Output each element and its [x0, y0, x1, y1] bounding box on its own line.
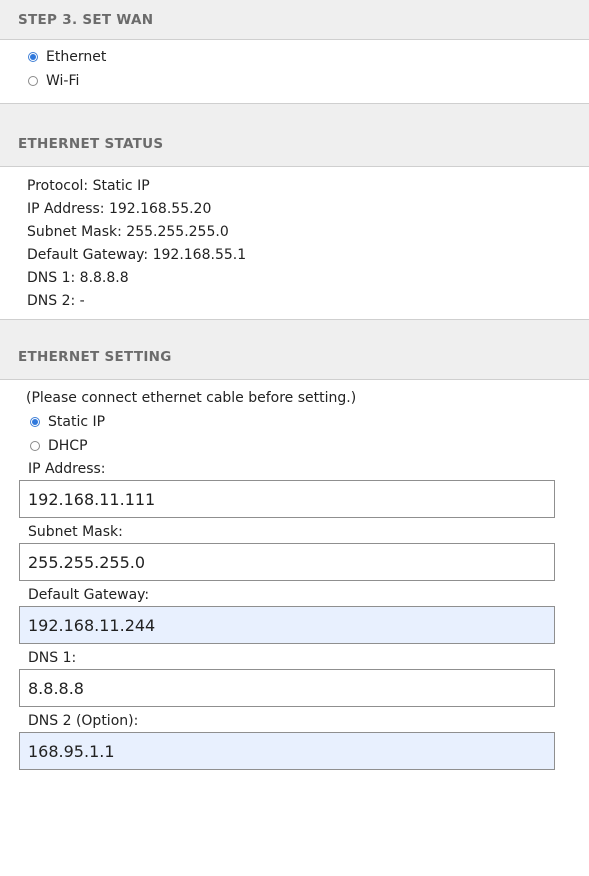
default-gateway-label: Default Gateway:	[28, 587, 150, 603]
ip-address-input[interactable]	[19, 480, 555, 518]
dns2-label: DNS 2 (Option):	[28, 713, 139, 729]
ip-mode-dhcp-label: DHCP	[48, 438, 88, 454]
subnet-mask-label: Subnet Mask:	[28, 524, 123, 540]
wan-option-wifi[interactable]: Wi-Fi	[28, 69, 589, 93]
ethernet-status-details: Protocol: Static IP IP Address: 192.168.…	[0, 167, 589, 313]
wan-option-ethernet[interactable]: Ethernet	[28, 45, 589, 69]
subnet-mask-input[interactable]	[19, 543, 555, 581]
status-default-gateway: Default Gateway: 192.168.55.1	[27, 247, 247, 263]
static-ip-radio-icon[interactable]	[30, 417, 40, 427]
wan-type-radio-group: Ethernet Wi-Fi	[0, 40, 589, 93]
ip-mode-static-label: Static IP	[48, 414, 106, 430]
ip-mode-radio-group: Static IP DHCP	[26, 410, 589, 458]
wan-option-ethernet-label: Ethernet	[46, 49, 107, 65]
ip-mode-static[interactable]: Static IP	[30, 410, 589, 434]
dns1-input[interactable]	[19, 669, 555, 707]
ethernet-setting-title: ETHERNET SETTING	[18, 349, 172, 365]
status-protocol: Protocol: Static IP	[27, 178, 150, 194]
ethernet-status-header: ETHERNET STATUS	[0, 103, 589, 167]
dhcp-radio-icon[interactable]	[30, 441, 40, 451]
ethernet-setting-header: ETHERNET SETTING	[0, 319, 589, 380]
wifi-radio-icon[interactable]	[28, 76, 38, 86]
ip-mode-dhcp[interactable]: DHCP	[30, 434, 589, 458]
ethernet-setting-form: (Please connect ethernet cable before se…	[0, 380, 589, 770]
step-3-set-wan-header: STEP 3. SET WAN	[0, 0, 589, 40]
ethernet-radio-icon[interactable]	[28, 52, 38, 62]
ip-address-label: IP Address:	[28, 461, 106, 477]
step-3-set-wan-title: STEP 3. SET WAN	[18, 11, 154, 28]
setting-note: (Please connect ethernet cable before se…	[26, 390, 357, 406]
ethernet-status-title: ETHERNET STATUS	[18, 136, 164, 152]
default-gateway-input[interactable]	[19, 606, 555, 644]
status-ip-address: IP Address: 192.168.55.20	[27, 201, 212, 217]
status-dns1: DNS 1: 8.8.8.8	[27, 270, 129, 286]
status-dns2: DNS 2: -	[27, 293, 85, 309]
dns2-input[interactable]	[19, 732, 555, 770]
dns1-label: DNS 1:	[28, 650, 77, 666]
wan-option-wifi-label: Wi-Fi	[46, 73, 80, 89]
status-subnet-mask: Subnet Mask: 255.255.255.0	[27, 224, 229, 240]
